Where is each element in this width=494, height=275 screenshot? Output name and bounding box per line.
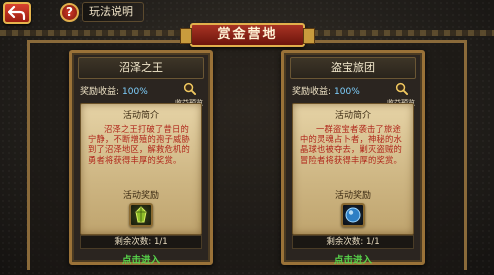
- back-button[interactable]: [3, 2, 31, 24]
- event-description: 一群盗宝者袭击了旅途中的灵魂占卜者，神秘的水晶球也被夺去，剿灭盗贼的冒险者将获得…: [300, 124, 402, 165]
- reward-rate: 奖励收益: 100%: [292, 84, 360, 97]
- reward-rate-label: 奖励收益:: [80, 87, 120, 97]
- reward-rate-value: 100%: [334, 87, 360, 97]
- event-card-treasure-band: 盗宝旅团 奖励收益:100% 收益预览 活动简介 一群盗宝者袭击了旅途中的灵魂占…: [281, 50, 425, 266]
- event-parchment: 活动简介 沼泽之王打破了昔日的宁静，不断增殖的孢子威胁到了沼泽地区，解救危机的勇…: [80, 103, 202, 235]
- remaining-value: 1/1: [365, 237, 380, 247]
- card-title: 沼泽之王: [78, 57, 204, 79]
- reward-preview-button[interactable]: 收益预览: [386, 80, 416, 107]
- remaining-attempts: 剩余次数: 1/1: [80, 235, 202, 249]
- green-gem-icon: [135, 206, 147, 223]
- intro-title: 活动简介: [122, 111, 159, 121]
- help-icon[interactable]: ?: [60, 3, 79, 22]
- reward-title: 活动奖励: [122, 191, 159, 201]
- remaining-label: 剩余次数:: [326, 237, 364, 247]
- back-arrow-icon: [8, 6, 26, 20]
- remaining-attempts: 剩余次数: 1/1: [292, 235, 414, 249]
- help-label[interactable]: 玩法说明: [82, 2, 144, 22]
- event-description: 沼泽之王打破了昔日的宁静，不断增殖的孢子威胁到了沼泽地区，解救危机的勇者将获得丰…: [88, 124, 190, 165]
- event-parchment: 活动简介 一群盗宝者袭击了旅途中的灵魂占卜者，神秘的水晶球也被夺去，剿灭盗贼的冒…: [292, 103, 414, 235]
- remaining-value: 1/1: [153, 237, 168, 247]
- reward-rate: 奖励收益: 100%: [80, 84, 148, 97]
- reward-item[interactable]: [341, 203, 365, 227]
- intro-title: 活动简介: [334, 111, 371, 121]
- magnifier-icon: [183, 82, 196, 95]
- card-title: 盗宝旅团: [290, 57, 416, 79]
- enter-button[interactable]: 点击进入: [72, 252, 210, 266]
- page-title: 赏金营地: [180, 23, 315, 47]
- enter-button[interactable]: 点击进入: [284, 252, 422, 266]
- magnifier-icon: [395, 82, 408, 95]
- reward-preview-button[interactable]: 收益预览: [174, 80, 204, 107]
- remaining-label: 剩余次数:: [114, 237, 152, 247]
- blue-orb-icon: [345, 207, 361, 223]
- reward-title: 活动奖励: [334, 191, 371, 201]
- reward-rate-label: 奖励收益:: [292, 87, 332, 97]
- event-card-swamp-king: 沼泽之王 奖励收益:100% 收益预览 活动简介 沼泽之王打破了昔日的宁静，不断…: [69, 50, 213, 266]
- reward-rate-value: 100%: [122, 87, 148, 97]
- reward-item[interactable]: [129, 203, 153, 227]
